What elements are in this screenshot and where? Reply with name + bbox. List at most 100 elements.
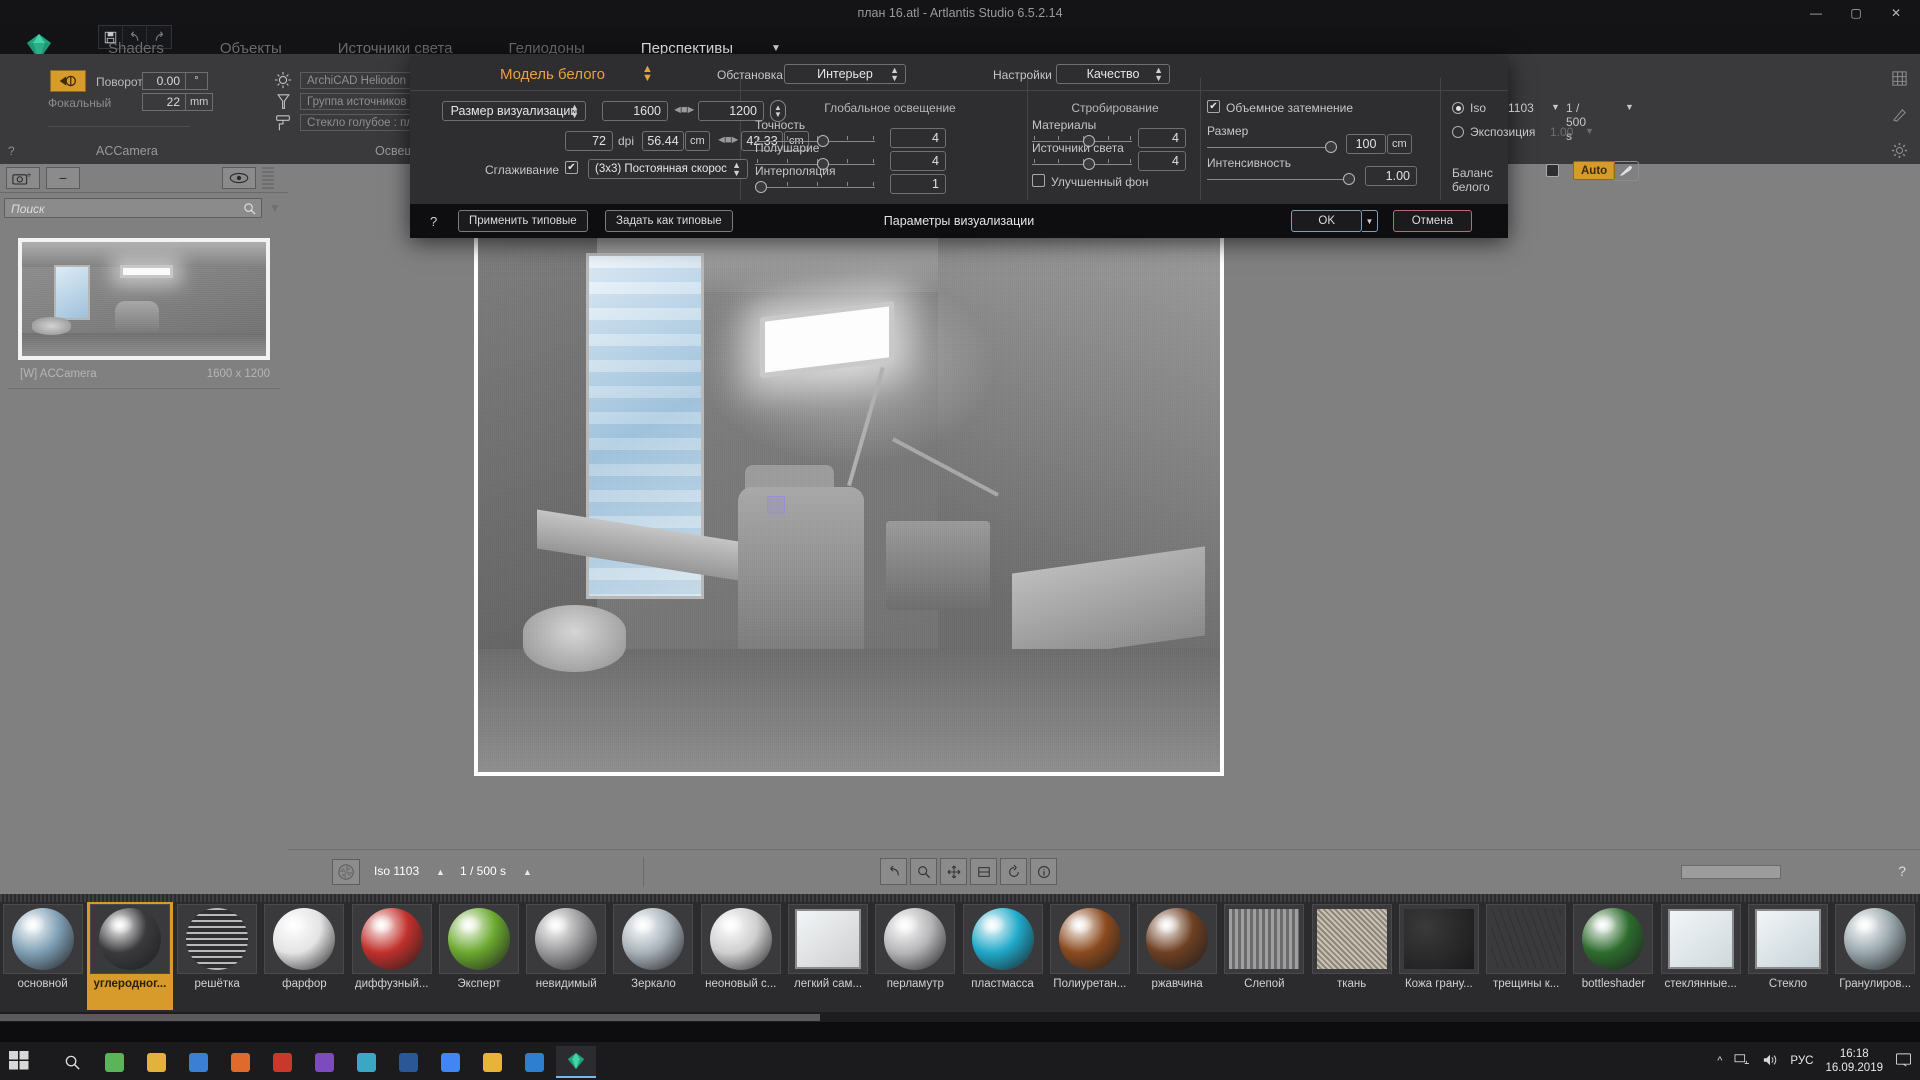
- volumetric-intensity-slider[interactable]: [1207, 172, 1355, 186]
- exposure-dropdown-icon[interactable]: ▼: [1585, 126, 1594, 136]
- taskbar-editor-icon[interactable]: [220, 1046, 260, 1078]
- dpi-input[interactable]: 72: [565, 131, 613, 151]
- focal-input[interactable]: 22: [142, 93, 186, 111]
- taskbar-opera-icon[interactable]: [262, 1046, 302, 1078]
- zoom-icon[interactable]: [910, 858, 937, 885]
- taskbar-artlantis-icon[interactable]: [556, 1046, 596, 1078]
- link-dimensions-icon[interactable]: ◄■►: [672, 104, 694, 116]
- layers-icon[interactable]: [970, 858, 997, 885]
- material-item[interactable]: Кожа грану...: [1396, 902, 1481, 1010]
- remove-button[interactable]: −: [46, 167, 80, 189]
- aperture-icon[interactable]: [332, 859, 360, 885]
- taskbar-explorer-icon[interactable]: [136, 1046, 176, 1078]
- minimize-button[interactable]: —: [1796, 0, 1836, 26]
- materials-strip-grip[interactable]: [0, 894, 1920, 902]
- preset-spinner-icon[interactable]: ▲▼: [642, 65, 653, 83]
- material-item[interactable]: углеродног...: [87, 902, 172, 1010]
- materials-scrollbar[interactable]: [0, 1012, 1920, 1022]
- move-icon[interactable]: [940, 858, 967, 885]
- material-item[interactable]: стеклянные...: [1658, 902, 1743, 1010]
- material-item[interactable]: Полиуретан...: [1047, 902, 1132, 1010]
- material-item[interactable]: перламутр: [873, 902, 958, 1010]
- precision-value[interactable]: 4: [890, 128, 946, 148]
- materials-value[interactable]: 4: [1138, 128, 1186, 148]
- material-item[interactable]: ткань: [1309, 902, 1394, 1010]
- material-item[interactable]: bottleshader: [1571, 902, 1656, 1010]
- taskbar-word-icon[interactable]: [388, 1046, 428, 1078]
- inspector-help-icon[interactable]: ?: [8, 144, 15, 158]
- material-item[interactable]: фарфор: [262, 902, 347, 1010]
- shutter-dropdown-icon[interactable]: ▼: [1625, 102, 1634, 112]
- chevron-down-icon[interactable]: ▼: [266, 198, 284, 218]
- taskbar-photo-icon[interactable]: [346, 1046, 386, 1078]
- maximize-button[interactable]: ▢: [1836, 0, 1876, 26]
- tray-expand-icon[interactable]: ^: [1717, 1055, 1722, 1067]
- ok-dropdown-icon[interactable]: ▼: [1362, 210, 1378, 232]
- search-input[interactable]: Поиск: [4, 198, 262, 218]
- improved-background-checkbox[interactable]: [1032, 174, 1045, 187]
- material-item[interactable]: трещины к...: [1484, 902, 1569, 1010]
- status-help-icon[interactable]: ?: [1898, 863, 1906, 879]
- shutter-stepper-icon[interactable]: ▲: [523, 867, 532, 877]
- material-item[interactable]: Стекло: [1745, 902, 1830, 1010]
- material-item[interactable]: Зеркало: [611, 902, 696, 1010]
- light-sources-slider[interactable]: [1032, 157, 1132, 171]
- volume-icon[interactable]: [1762, 1053, 1778, 1070]
- rotation-input[interactable]: 0.00: [142, 72, 186, 90]
- taskbar-media-icon[interactable]: [514, 1046, 554, 1078]
- network-icon[interactable]: [1734, 1053, 1750, 1070]
- material-item[interactable]: легкий сам...: [785, 902, 870, 1010]
- cancel-button[interactable]: Отмена: [1393, 210, 1472, 232]
- close-button[interactable]: ✕: [1876, 0, 1916, 26]
- settings-select[interactable]: Качество ▲▼: [1056, 64, 1170, 84]
- light-sources-value[interactable]: 4: [1138, 151, 1186, 171]
- interpolation-value[interactable]: 1: [890, 174, 946, 194]
- exposure-value[interactable]: 1.00: [1550, 125, 1573, 139]
- antialias-mode-select[interactable]: (3x3) Постоянная скорос ▲▼: [588, 159, 748, 179]
- interpolation-slider[interactable]: [755, 180, 875, 194]
- language-indicator[interactable]: РУС: [1790, 1055, 1813, 1067]
- gear-icon[interactable]: [1891, 142, 1908, 162]
- volumetric-size-slider[interactable]: [1207, 140, 1337, 154]
- eyedropper-icon[interactable]: [1613, 161, 1639, 181]
- ok-button[interactable]: OK: [1291, 210, 1362, 232]
- material-item[interactable]: Эксперт: [436, 902, 521, 1010]
- material-item[interactable]: решётка: [175, 902, 260, 1010]
- brush-icon[interactable]: [1891, 106, 1908, 126]
- material-item[interactable]: неоновый с...: [698, 902, 783, 1010]
- iso-value[interactable]: 1103: [1508, 101, 1534, 115]
- link-dimensions-icon[interactable]: ◄■►: [716, 134, 738, 146]
- volumetric-size-unit[interactable]: cm: [1387, 134, 1412, 154]
- antialias-checkbox[interactable]: ✔: [565, 161, 578, 174]
- scene-select[interactable]: Интерьер ▲▼: [784, 64, 906, 84]
- material-item[interactable]: пластмасса: [960, 902, 1045, 1010]
- materials-scrollbar-thumb[interactable]: [0, 1014, 820, 1021]
- notification-icon[interactable]: [1895, 1052, 1912, 1070]
- taskbar-browser-icon[interactable]: [178, 1046, 218, 1078]
- taskbar-search-icon[interactable]: [52, 1046, 92, 1078]
- clock[interactable]: 16:18 16.09.2019: [1825, 1047, 1883, 1075]
- perspective-thumbnail[interactable]: [18, 238, 270, 360]
- info-icon[interactable]: [1030, 858, 1057, 885]
- material-item[interactable]: невидимый: [524, 902, 609, 1010]
- width-cm-unit[interactable]: cm: [685, 131, 710, 151]
- taskbar-viber-icon[interactable]: [304, 1046, 344, 1078]
- windows-start-icon[interactable]: [8, 1049, 34, 1073]
- panel-grip[interactable]: [262, 167, 274, 189]
- volumetric-intensity-value[interactable]: 1.00: [1365, 166, 1417, 186]
- taskbar-folder-icon[interactable]: [472, 1046, 512, 1078]
- taskbar-app-green-icon[interactable]: [94, 1046, 134, 1078]
- iso-dropdown-icon[interactable]: ▼: [1551, 102, 1560, 112]
- preview-zoom-slider[interactable]: [1681, 865, 1781, 879]
- width-px-input[interactable]: 1600: [602, 101, 668, 121]
- auto-white-balance-button[interactable]: Auto: [1573, 161, 1615, 180]
- chevron-down-icon[interactable]: ▼: [771, 43, 781, 54]
- camera-view-toggle-icon[interactable]: [50, 70, 86, 92]
- eye-icon[interactable]: [222, 167, 256, 189]
- material-item[interactable]: Гранулиров...: [1833, 902, 1918, 1010]
- refresh-icon[interactable]: [1000, 858, 1027, 885]
- material-item[interactable]: диффузный...: [349, 902, 434, 1010]
- render-preview-frame[interactable]: [474, 210, 1224, 776]
- hemisphere-value[interactable]: 4: [890, 151, 946, 171]
- material-item[interactable]: Слепой: [1222, 902, 1307, 1010]
